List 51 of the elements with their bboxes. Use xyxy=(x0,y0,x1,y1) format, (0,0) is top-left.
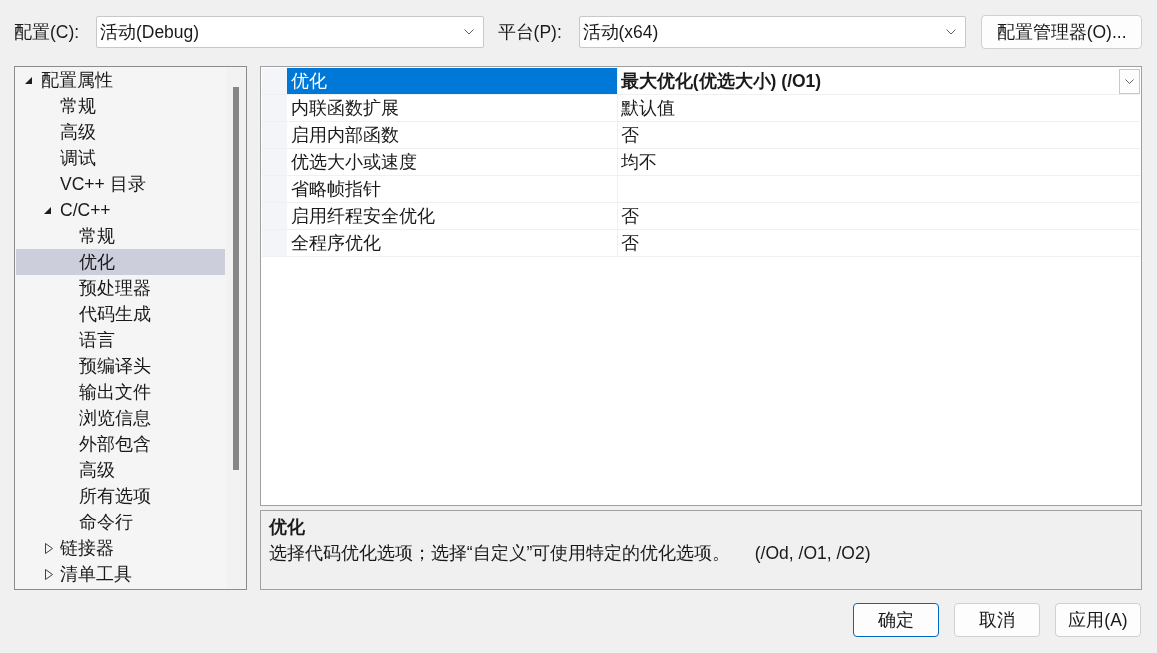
tree-item[interactable]: 常规 xyxy=(16,93,225,119)
tree-item[interactable]: 预处理器 xyxy=(16,275,225,301)
platform-label: 平台(P): xyxy=(497,21,563,44)
property-name[interactable]: 优化 xyxy=(286,68,618,94)
scrollbar-thumb[interactable] xyxy=(232,87,239,470)
tree-item[interactable]: 语言 xyxy=(16,327,225,353)
property-value[interactable]: 否 xyxy=(620,230,639,256)
collapsed-triangle-icon[interactable] xyxy=(45,542,53,554)
tree-item[interactable]: 常规 xyxy=(16,223,225,249)
tree-item[interactable]: 调试 xyxy=(16,145,225,171)
property-name[interactable]: 省略帧指针 xyxy=(286,176,618,202)
configuration-dropdown[interactable]: 活动(Debug) xyxy=(95,16,484,48)
platform-dropdown[interactable]: 活动(x64) xyxy=(578,16,967,48)
property-name[interactable]: 内联函数扩展 xyxy=(286,95,618,121)
chevron-down-icon xyxy=(463,29,474,35)
property-value[interactable]: 默认值 xyxy=(620,95,675,121)
description-text: 选择代码优化选项；选择“自定义”可使用特定的优化选项。 (/Od, /O1, /O2) xyxy=(268,542,872,565)
expanded-triangle-icon[interactable] xyxy=(25,77,32,84)
tree-item[interactable]: 预编译头 xyxy=(16,353,225,379)
chevron-down-icon xyxy=(1125,78,1134,84)
property-value[interactable]: 最大优化(优选大小) (/O1) xyxy=(620,68,822,94)
tree-item[interactable]: C/C++ xyxy=(16,197,225,223)
description-title: 优化 xyxy=(268,516,306,539)
property-value[interactable]: 均不 xyxy=(620,149,657,175)
chevron-down-icon xyxy=(946,29,957,35)
configuration-label: 配置(C): xyxy=(14,21,81,44)
tree-item[interactable]: VC++ 目录 xyxy=(16,171,225,197)
dialog-button[interactable]: 确定 xyxy=(853,603,939,637)
collapsed-triangle-icon[interactable] xyxy=(45,568,53,580)
tree-item[interactable]: 代码生成 xyxy=(16,301,225,327)
dialog-button[interactable]: 应用(A) xyxy=(1055,603,1141,637)
property-value[interactable]: 否 xyxy=(620,122,639,148)
property-name[interactable]: 优选大小或速度 xyxy=(286,149,618,175)
property-name[interactable]: 启用纤程安全优化 xyxy=(286,203,618,229)
property-name[interactable]: 启用内部函数 xyxy=(286,122,618,148)
tree-item[interactable]: 浏览信息 xyxy=(16,405,225,431)
property-value[interactable]: 否 xyxy=(620,203,639,229)
tree-item[interactable]: 外部包含 xyxy=(16,431,225,457)
tree-item[interactable]: 所有选项 xyxy=(16,483,225,509)
configuration-manager-button[interactable]: 配置管理器(O)... xyxy=(981,15,1142,49)
tree-item[interactable]: 优化 xyxy=(16,249,225,275)
tree-item[interactable]: 高级 xyxy=(16,457,225,483)
tree-item[interactable]: 命令行 xyxy=(16,509,225,535)
property-name[interactable]: 全程序优化 xyxy=(286,230,618,256)
dialog-button[interactable]: 取消 xyxy=(954,603,1040,637)
tree-item[interactable]: 清单工具 xyxy=(16,561,225,587)
tree-item[interactable]: 输出文件 xyxy=(16,379,225,405)
tree-item[interactable]: 高级 xyxy=(16,119,225,145)
expanded-triangle-icon[interactable] xyxy=(44,207,51,214)
tree-item[interactable]: 配置属性 xyxy=(16,67,225,93)
tree-item[interactable]: 链接器 xyxy=(16,535,225,561)
